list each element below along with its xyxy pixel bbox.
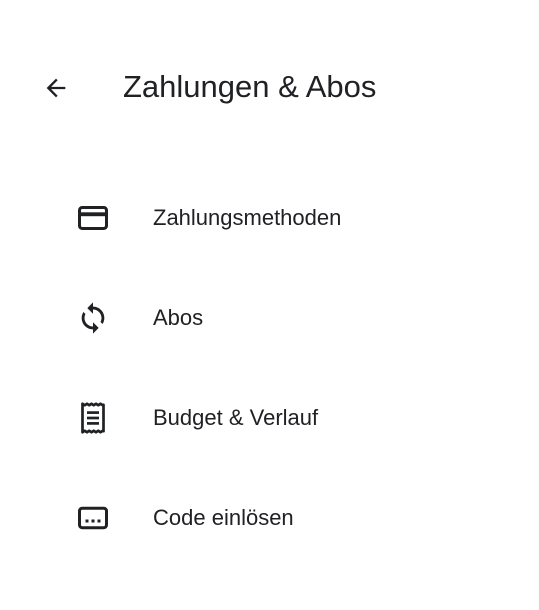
back-button[interactable]: [36, 68, 76, 108]
receipt-icon: [73, 398, 113, 438]
redeem-code-icon: [73, 498, 113, 538]
arrow-back-icon: [46, 78, 66, 98]
menu-item-label: Budget & Verlauf: [153, 405, 319, 430]
settings-menu: Zahlungsmethoden Abos Budget & Verlauf C…: [0, 168, 539, 568]
menu-item-label: Abos: [153, 305, 204, 330]
menu-item-label: Code einlösen: [153, 505, 294, 530]
menu-item-redeem-code[interactable]: Code einlösen: [0, 468, 539, 568]
menu-item-label: Zahlungsmethoden: [153, 205, 342, 230]
menu-item-payment-methods[interactable]: Zahlungsmethoden: [0, 168, 539, 268]
sync-icon: [73, 298, 113, 338]
credit-card-icon: [73, 198, 113, 238]
menu-item-subscriptions[interactable]: Abos: [0, 268, 539, 368]
page-title: Zahlungen & Abos: [123, 69, 377, 104]
app-bar: Zahlungen & Abos: [0, 56, 539, 116]
menu-item-budget-history[interactable]: Budget & Verlauf: [0, 368, 539, 468]
